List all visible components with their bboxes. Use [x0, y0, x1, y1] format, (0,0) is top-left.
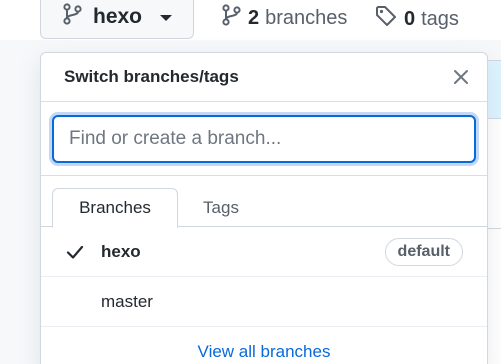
- check-icon: [65, 240, 89, 264]
- tab-tags[interactable]: Tags: [179, 188, 263, 228]
- repo-page: hexo 2 branches 0 tags Switch branches/t…: [0, 0, 501, 364]
- branches-count-label: branches: [265, 6, 348, 29]
- branch-tag-tabs: Branches Tags: [41, 176, 487, 228]
- chevron-down-icon: [160, 14, 173, 21]
- current-branch-name: hexo: [93, 4, 143, 28]
- dropdown-footer: View all branches: [41, 327, 487, 364]
- background-file-row: [488, 228, 501, 364]
- tags-count-label: tags: [421, 7, 459, 30]
- branch-select-button[interactable]: hexo: [40, 0, 194, 39]
- tab-branches[interactable]: Branches: [52, 188, 178, 228]
- branches-count: 2: [248, 6, 260, 29]
- tags-count-link[interactable]: 0 tags: [374, 4, 459, 34]
- git-branch-icon: [63, 3, 83, 30]
- branch-name: master: [101, 291, 153, 311]
- background-file-row: [488, 60, 501, 118]
- close-icon[interactable]: [451, 67, 471, 87]
- branch-filter-input[interactable]: [52, 115, 476, 163]
- branch-switcher-dropdown: Switch branches/tags Branches Tags hexo …: [40, 52, 488, 364]
- git-branch-icon: [222, 4, 242, 32]
- default-badge: default: [384, 238, 463, 266]
- tag-icon: [374, 4, 398, 34]
- branch-item-hexo[interactable]: hexo default: [41, 227, 487, 277]
- dropdown-header: Switch branches/tags: [41, 53, 487, 102]
- filter-section: [41, 102, 487, 176]
- tags-count: 0: [404, 7, 416, 30]
- branches-count-link[interactable]: 2 branches: [222, 4, 347, 32]
- repo-toolbar: hexo 2 branches 0 tags: [0, 0, 501, 40]
- view-all-branches-link[interactable]: View all branches: [198, 342, 331, 362]
- branch-name: hexo: [101, 241, 141, 261]
- branch-item-master[interactable]: master: [41, 277, 487, 327]
- dropdown-title: Switch branches/tags: [64, 67, 239, 86]
- background-file-row: [488, 118, 501, 228]
